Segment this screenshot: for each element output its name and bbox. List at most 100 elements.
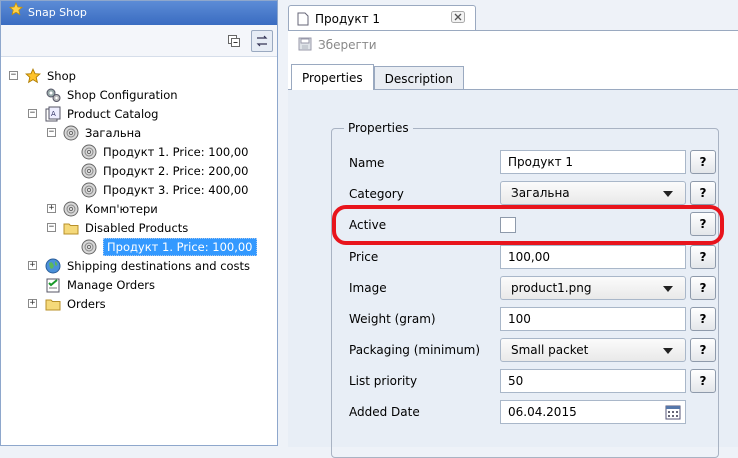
tree-node-shop[interactable]: Shop (25, 67, 76, 85)
priority-label: List priority (349, 374, 418, 388)
expand-toggle[interactable]: + (28, 299, 37, 308)
tree-node-category-general[interactable]: Загальна (63, 124, 141, 142)
packaging-help-button[interactable]: ? (690, 338, 716, 362)
gears-icon (45, 87, 61, 103)
image-select[interactable]: product1.png (500, 276, 686, 300)
left-panel: Snap Shop − Shop Shop Configuration − A … (0, 0, 278, 446)
weight-label: Weight (gram) (349, 312, 436, 326)
disc-icon (81, 144, 97, 160)
subtab-bar: Properties Description (291, 64, 464, 90)
folder-icon (63, 220, 79, 236)
group-title: Properties (344, 121, 413, 135)
tree-node-label: Orders (67, 297, 106, 311)
tree-node-label: Продукт 2. Price: 200,00 (103, 164, 249, 178)
packaging-value: Small packet (511, 343, 589, 357)
tab-properties[interactable]: Properties (291, 64, 374, 90)
collapse-all-button[interactable] (223, 30, 245, 52)
editor-tab-title: Продукт 1 (315, 11, 381, 26)
tree-node-shop-configuration[interactable]: Shop Configuration (45, 86, 178, 104)
price-help-button[interactable]: ? (690, 245, 716, 269)
save-disk-icon (298, 37, 312, 54)
panel-title-bar: Snap Shop (1, 1, 277, 25)
panel-title: Snap Shop (28, 6, 87, 19)
tree-toolbar (1, 25, 277, 57)
expand-toggle[interactable]: + (28, 261, 37, 270)
page-icon (297, 12, 309, 26)
tree-node-label: Продукт 3. Price: 400,00 (103, 183, 249, 197)
star-icon (9, 2, 23, 24)
collapse-toggle[interactable]: − (9, 71, 18, 80)
globe-icon (45, 258, 61, 274)
tree-node-product[interactable]: Продукт 2. Price: 200,00 (81, 162, 249, 180)
date-label: Added Date (349, 405, 420, 419)
disc-icon (81, 239, 97, 255)
image-label: Image (349, 281, 387, 295)
expand-toggle[interactable]: + (47, 204, 56, 213)
packaging-select[interactable]: Small packet (500, 338, 686, 362)
save-button[interactable]: Зберегти (318, 38, 377, 52)
price-label: Price (349, 250, 379, 264)
collapse-all-icon (228, 35, 240, 47)
chevron-down-icon (663, 348, 673, 354)
catalog-icon: A (45, 106, 61, 122)
tree-node-product-catalog[interactable]: A Product Catalog (45, 105, 158, 123)
packaging-label: Packaging (minimum) (349, 343, 481, 357)
tree-node-orders[interactable]: Orders (45, 295, 106, 313)
tree-node-label: Shop (47, 69, 76, 83)
tree-node-label: Продукт 1. Price: 100,00 (103, 145, 249, 159)
disc-icon (81, 163, 97, 179)
collapse-toggle[interactable]: − (47, 128, 56, 137)
tree-node-category-computers[interactable]: Комп'ютери (63, 200, 158, 218)
tree-node-disabled-products[interactable]: Disabled Products (63, 219, 188, 237)
close-icon[interactable] (451, 11, 465, 23)
tree-node-shipping[interactable]: Shipping destinations and costs (45, 257, 250, 275)
tree-node-label: Shop Configuration (67, 88, 178, 102)
chevron-down-icon (663, 286, 673, 292)
category-label: Category (349, 187, 404, 201)
tree-node-product[interactable]: Продукт 3. Price: 400,00 (81, 181, 249, 199)
priority-help-button[interactable]: ? (690, 369, 716, 393)
tree-node-label: Shipping destinations and costs (67, 259, 251, 273)
active-label: Active (349, 218, 387, 232)
price-field[interactable]: 100,00 (500, 245, 686, 269)
disc-icon (63, 201, 79, 217)
active-checkbox[interactable] (500, 217, 516, 233)
collapse-toggle[interactable]: − (28, 109, 37, 118)
image-value: product1.png (511, 281, 592, 295)
name-label: Name (349, 156, 385, 170)
image-help-button[interactable]: ? (690, 276, 716, 300)
name-help-button[interactable]: ? (690, 150, 716, 174)
priority-field[interactable]: 50 (500, 369, 686, 393)
name-field[interactable]: Продукт 1 (500, 150, 686, 174)
tree-node-manage-orders[interactable]: Manage Orders (45, 276, 155, 294)
tree-node-label: Product Catalog (67, 107, 159, 121)
editor-tab[interactable]: Продукт 1 (288, 5, 476, 31)
link-with-editor-button[interactable] (251, 30, 273, 52)
tree-node-product-selected[interactable]: Продукт 1. Price: 100,00 (81, 238, 257, 256)
tree-node-label: Загальна (85, 126, 142, 140)
check-list-icon (45, 277, 61, 293)
disc-icon (63, 125, 79, 141)
tree-node-label: Комп'ютери (85, 202, 158, 216)
active-help-button[interactable]: ? (690, 212, 716, 236)
tree-node-product[interactable]: Продукт 1. Price: 100,00 (81, 143, 249, 161)
star-icon (25, 68, 41, 84)
editor-panel: Продукт 1 Зберегти Properties Descriptio… (288, 0, 738, 458)
folder-icon (45, 296, 61, 312)
date-field[interactable]: 06.04.2015 (500, 400, 686, 424)
collapse-toggle[interactable]: − (47, 223, 56, 232)
tree-node-label: Продукт 1. Price: 100,00 (103, 238, 257, 256)
save-toolbar: Зберегти (288, 31, 738, 59)
category-select[interactable]: Загальна (500, 181, 686, 205)
tab-description[interactable]: Description (373, 66, 464, 90)
disc-icon (81, 182, 97, 198)
tree-node-label: Manage Orders (67, 278, 156, 292)
category-value: Загальна (511, 186, 570, 200)
svg-text:A: A (51, 110, 56, 118)
weight-help-button[interactable]: ? (690, 307, 716, 331)
category-help-button[interactable]: ? (690, 181, 716, 205)
tree-node-label: Disabled Products (85, 221, 189, 235)
calendar-icon[interactable] (665, 404, 681, 423)
date-value: 06.04.2015 (508, 405, 577, 419)
weight-field[interactable]: 100 (500, 307, 686, 331)
